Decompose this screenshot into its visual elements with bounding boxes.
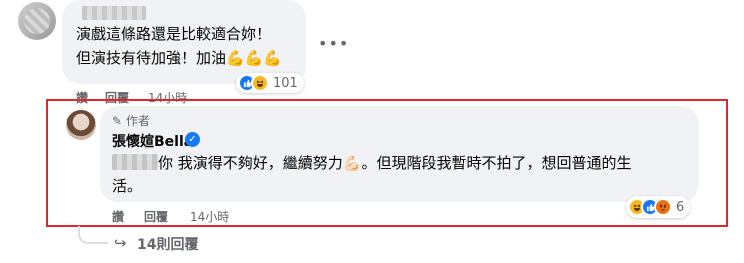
- angry-icon: [654, 198, 672, 216]
- thread-connector: [78, 226, 108, 244]
- commenter-avatar[interactable]: [18, 2, 56, 40]
- reply-timestamp[interactable]: 14小時: [190, 210, 229, 224]
- comment-reactions[interactable]: 101: [236, 73, 304, 93]
- reply-arrow-icon: ↪: [114, 234, 127, 252]
- comment-text-line-1: 演戲這條路還是比較適合妳！: [76, 25, 272, 43]
- more-options-icon[interactable]: •••: [318, 34, 349, 53]
- verified-icon: ✓: [185, 132, 200, 147]
- reply-reactions[interactable]: 6: [626, 196, 691, 218]
- view-replies-link[interactable]: 14則回覆: [137, 234, 198, 254]
- reply-reply-button[interactable]: 回覆: [144, 208, 168, 225]
- reply-text-line-1: 你 我演得不夠好，繼續努力💪🏻。但現階段我暫時不拍了，想回普通的生: [158, 154, 632, 172]
- author-badge: ✎ 作者: [112, 114, 150, 128]
- author-avatar[interactable]: [66, 110, 96, 140]
- reaction-count: 6: [676, 199, 685, 215]
- reply-like-button[interactable]: 讚: [112, 208, 124, 225]
- mentioned-name-redacted[interactable]: [112, 154, 158, 170]
- reaction-count: 101: [273, 75, 298, 91]
- haha-icon: [251, 74, 269, 92]
- commenter-name-redacted[interactable]: [82, 6, 146, 20]
- comment-text-line-2: 但演技有待加強！加油💪💪💪: [76, 49, 283, 67]
- reply-text-line-2: 活。: [112, 177, 143, 195]
- author-name[interactable]: 張懷媗Bella: [112, 131, 193, 151]
